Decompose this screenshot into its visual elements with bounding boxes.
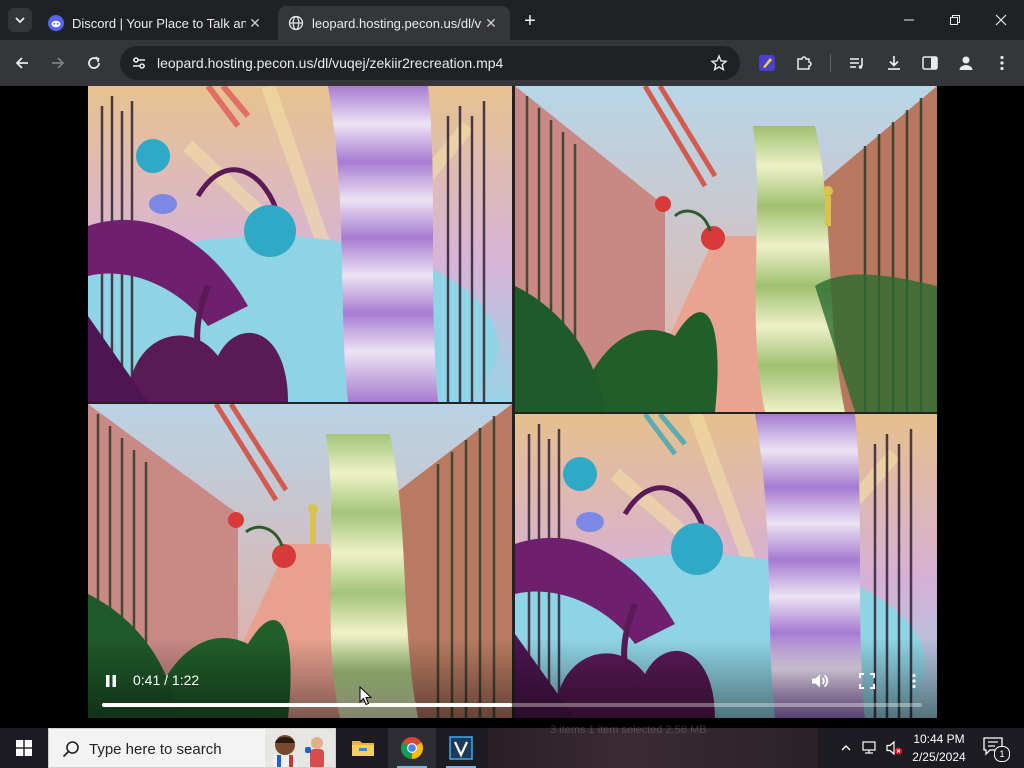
tab-strip: Discord | Your Place to Talk and Hang Ou… (0, 0, 1024, 40)
site-info-icon[interactable] (130, 54, 148, 72)
tab-title: leopard.hosting.pecon.us/dl/vuqej/zekiir… (312, 15, 482, 31)
tab-search-button[interactable] (8, 8, 32, 32)
taskbar-google-chrome[interactable] (388, 728, 436, 768)
tab-video[interactable]: leopard.hosting.pecon.us/dl/vuqej/zekiir… (278, 6, 510, 40)
minimize-icon (904, 19, 914, 21)
taskbar-vegas-editor[interactable] (437, 728, 485, 768)
new-tab-button[interactable]: + (518, 10, 542, 32)
folder-icon (352, 741, 374, 756)
time-display: 0:41 / 1:22 (133, 672, 200, 688)
volume-button[interactable] (807, 669, 831, 693)
pause-icon (106, 675, 116, 687)
video-viewport: 0:41 / 1:22 (0, 86, 1024, 718)
pause-button[interactable] (100, 670, 122, 692)
profile-avatar-icon (959, 56, 973, 70)
restore-icon (950, 15, 960, 25)
address-bar[interactable]: leopard.hosting.pecon.us/dl/vuqej/zekiir… (120, 46, 740, 80)
taskbar-file-explorer[interactable] (339, 728, 387, 768)
reload-icon (88, 56, 100, 69)
search-icon (62, 741, 79, 758)
kebab-menu-icon (1000, 55, 1004, 71)
taskbar-clock[interactable]: 10:44 PM 2/25/2024 (900, 730, 978, 766)
extensions-button[interactable] (793, 52, 815, 74)
forward-button[interactable] (46, 51, 70, 75)
show-hidden-icons-button[interactable] (836, 738, 856, 758)
extension-pen-button[interactable] (756, 52, 778, 74)
plus-icon: + (524, 9, 536, 32)
chrome-logo-icon (401, 737, 423, 759)
search-highlight-illustration (265, 729, 335, 767)
side-panel-button[interactable] (919, 52, 941, 74)
video-progress-bar[interactable] (102, 703, 922, 707)
vegas-v-icon (449, 736, 473, 760)
fullscreen-button[interactable] (855, 669, 879, 693)
start-button[interactable] (0, 728, 48, 768)
globe-icon (288, 15, 304, 31)
close-icon (995, 14, 1007, 26)
browser-toolbar: leopard.hosting.pecon.us/dl/vuqej/zekiir… (0, 40, 1024, 86)
puzzle-icon (797, 56, 812, 70)
close-tab-icon[interactable]: ✕ (246, 14, 264, 32)
back-button[interactable] (10, 51, 34, 75)
minimize-button[interactable] (886, 0, 932, 40)
windows-taskbar: 3 items 1 item selected 2.58 MB Type her… (0, 724, 1024, 768)
clock-time: 10:44 PM (913, 732, 965, 746)
fullscreen-icon (859, 673, 875, 689)
network-button[interactable] (860, 738, 880, 758)
network-icon (862, 741, 876, 754)
download-icon (888, 56, 900, 70)
arrow-left-icon (15, 57, 28, 69)
pen-extension-icon (759, 55, 775, 71)
video-frame-top-right (515, 86, 937, 412)
chevron-up-icon (841, 745, 851, 751)
profile-button[interactable] (955, 52, 977, 74)
video-frame-top-left (88, 86, 512, 402)
close-tab-icon[interactable]: ✕ (482, 14, 500, 32)
bookmark-star-icon[interactable] (710, 54, 728, 72)
notification-count-badge: 1 (994, 746, 1010, 762)
taskbar-search-box[interactable]: Type here to search (48, 728, 336, 768)
side-panel-icon (922, 56, 938, 70)
video-progress-fill (102, 703, 512, 707)
chrome-menu-button[interactable] (991, 52, 1013, 74)
clock-date: 2/25/2024 (912, 750, 966, 764)
tab-discord[interactable]: Discord | Your Place to Talk and Hang Ou… (38, 6, 274, 40)
discord-icon (48, 15, 64, 31)
url-text[interactable]: leopard.hosting.pecon.us/dl/vuqej/zekiir… (157, 55, 503, 71)
mouse-cursor-icon (359, 686, 373, 706)
video-player[interactable]: 0:41 / 1:22 (88, 86, 937, 718)
search-placeholder: Type here to search (89, 741, 222, 758)
reload-button[interactable] (82, 51, 106, 75)
chevron-down-icon (15, 17, 25, 24)
close-window-button[interactable] (978, 0, 1024, 40)
restore-button[interactable] (932, 0, 978, 40)
action-center-button[interactable]: 1 (982, 736, 1010, 762)
video-more-options-button[interactable] (902, 669, 926, 693)
arrow-right-icon (52, 57, 65, 69)
windows-logo-icon (16, 740, 32, 756)
background-window-text: 3 items 1 item selected 2.58 MB (550, 724, 707, 736)
media-controls-button[interactable] (846, 52, 868, 74)
volume-icon (812, 674, 829, 688)
toolbar-separator (830, 54, 831, 72)
kebab-menu-icon (912, 673, 916, 689)
downloads-button[interactable] (883, 52, 905, 74)
tab-title: Discord | Your Place to Talk and Hang Ou… (72, 15, 246, 31)
media-queue-icon (850, 58, 863, 69)
